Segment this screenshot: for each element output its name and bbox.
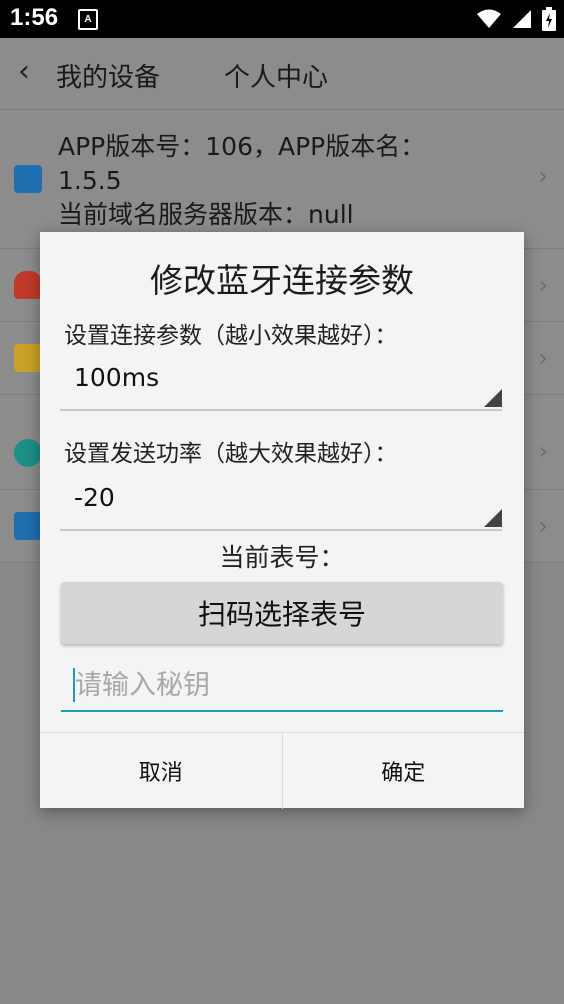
current-meter-label: 当前表号：: [219, 543, 345, 572]
app-version-info: APP版本号：106，APP版本名： 1.5.5 当前域名服务器版本：null: [58, 130, 425, 232]
list-edit-icon: [14, 512, 42, 540]
connect-param-value: 100ms: [74, 363, 160, 392]
app-version-name: 1.5.5: [58, 166, 122, 195]
connect-param-dropdown[interactable]: 100ms: [60, 353, 502, 411]
status-icons: [476, 7, 556, 31]
server-version-line: 当前域名服务器版本：null: [58, 200, 354, 229]
text-caret: [73, 668, 75, 702]
broom-icon: [14, 344, 42, 372]
tx-power-value: -20: [74, 483, 115, 512]
page-title[interactable]: 我的设备: [56, 57, 160, 94]
cancel-button[interactable]: 取消: [40, 733, 282, 809]
secret-key-field-wrap: [61, 660, 503, 712]
confirm-button[interactable]: 确定: [283, 733, 525, 809]
tab-personal-center[interactable]: 个人中心: [224, 57, 328, 94]
status-bar: 1:56 A: [0, 0, 564, 38]
bluetooth-params-dialog: 修改蓝牙连接参数 设置连接参数（越小效果越好）： 100ms 设置发送功率（越大…: [40, 232, 524, 809]
chevron-right-icon: ›: [538, 162, 548, 190]
dialog-actions: 取消 确定: [40, 732, 524, 809]
wifi-icon: [477, 9, 501, 28]
cloud-download-icon: [14, 271, 42, 299]
scan-meter-button[interactable]: 扫码选择表号: [61, 582, 503, 644]
tx-power-label: 设置发送功率（越大效果越好）：: [64, 441, 398, 467]
dropdown-arrow-icon: [484, 389, 502, 407]
gear-icon: [14, 439, 42, 467]
top-app-bar: ‹ 我的设备 个人中心: [0, 38, 564, 110]
dialog-title: 修改蓝牙连接参数: [150, 261, 414, 300]
connect-param-label: 设置连接参数（越小效果越好）：: [64, 323, 398, 349]
chevron-right-icon: ›: [538, 512, 548, 540]
notification-icon: A: [78, 9, 98, 30]
save-icon: [14, 165, 42, 193]
signal-icon: [513, 10, 531, 28]
back-arrow-icon[interactable]: ‹: [18, 54, 30, 89]
dropdown-arrow-icon: [484, 509, 502, 527]
secret-key-input[interactable]: [61, 660, 503, 710]
status-time: 1:56: [10, 4, 59, 31]
chevron-right-icon: ›: [538, 344, 548, 372]
list-item-app-version[interactable]: APP版本号：106，APP版本名： 1.5.5 当前域名服务器版本：null …: [0, 110, 564, 249]
battery-icon: [542, 7, 556, 31]
chevron-right-icon: ›: [538, 271, 548, 299]
app-version-line: APP版本号：106，APP版本名：: [58, 132, 426, 161]
tx-power-dropdown[interactable]: -20: [60, 473, 502, 531]
chevron-right-icon: ›: [538, 437, 548, 465]
